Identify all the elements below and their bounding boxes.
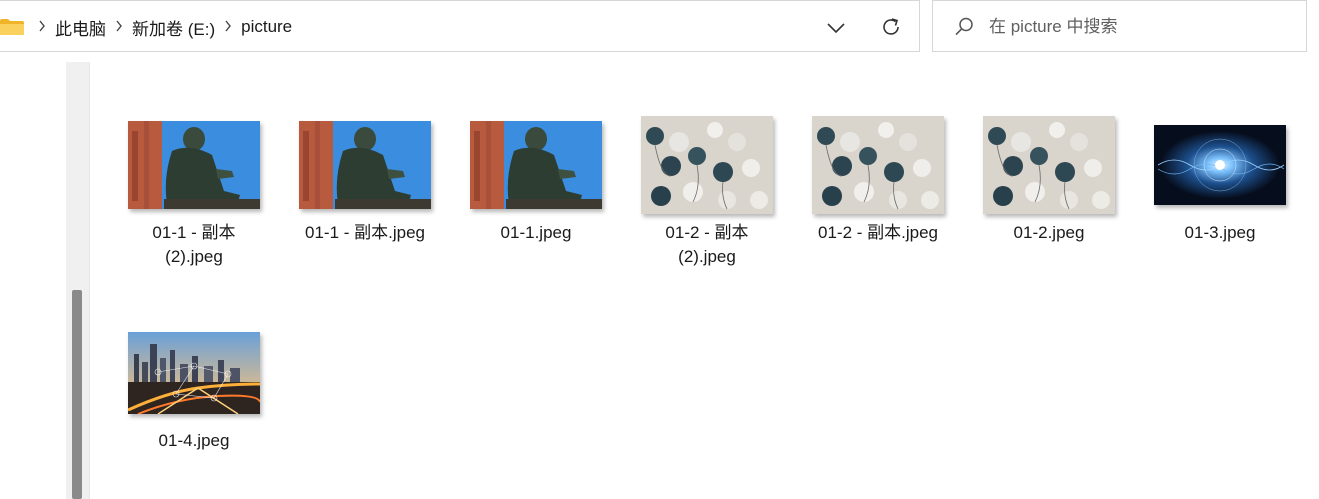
chevron-right-icon[interactable] xyxy=(35,19,49,35)
file-item[interactable]: 01-2.jpeg xyxy=(967,113,1131,245)
statue-thumbnail xyxy=(128,121,260,209)
spheres-thumbnail xyxy=(983,116,1115,214)
chevron-right-icon[interactable] xyxy=(112,19,126,35)
refresh-icon[interactable] xyxy=(879,15,903,39)
thumbnail-frame xyxy=(454,113,618,217)
statue-thumbnail xyxy=(299,121,431,209)
city-thumbnail xyxy=(128,332,260,414)
address-bar[interactable]: 此电脑 新加卷 (E:) picture xyxy=(0,0,920,52)
file-item[interactable]: 01-3.jpeg xyxy=(1138,113,1302,245)
file-name[interactable]: 01-3.jpeg xyxy=(1138,221,1302,245)
breadcrumb-picture[interactable]: picture xyxy=(241,17,292,37)
file-name[interactable]: 01-1.jpeg xyxy=(454,221,618,245)
thumbnail-frame xyxy=(283,113,447,217)
breadcrumb-drive-e[interactable]: 新加卷 (E:) xyxy=(132,15,215,40)
chevron-right-icon[interactable] xyxy=(221,19,235,35)
file-item[interactable]: 01-1.jpeg xyxy=(454,113,618,245)
thumbnail-frame xyxy=(967,113,1131,217)
search-input[interactable] xyxy=(989,11,1289,43)
thumbnail-frame xyxy=(112,113,276,217)
file-name[interactable]: 01-2.jpeg xyxy=(967,221,1131,245)
file-item[interactable]: 01-4.jpeg xyxy=(112,321,276,453)
breadcrumb-this-pc[interactable]: 此电脑 xyxy=(55,15,106,40)
scrollbar-thumb[interactable] xyxy=(72,290,82,499)
file-name[interactable]: 01-2 - 副本 (2).jpeg xyxy=(625,221,789,269)
breadcrumb: 此电脑 新加卷 (E:) picture xyxy=(29,1,292,53)
chevron-down-icon[interactable] xyxy=(825,17,847,39)
folder-icon xyxy=(0,19,24,35)
thumbnail-frame xyxy=(1138,113,1302,217)
file-name[interactable]: 01-4.jpeg xyxy=(112,429,276,453)
search-icon xyxy=(955,17,973,36)
file-item[interactable]: 01-2 - 副本 (2).jpeg xyxy=(625,113,789,269)
thumbnail-frame xyxy=(796,113,960,217)
file-name[interactable]: 01-1 - 副本.jpeg xyxy=(283,221,447,245)
statue-thumbnail xyxy=(470,121,602,209)
file-item[interactable]: 01-1 - 副本 (2).jpeg xyxy=(112,113,276,269)
spheres-thumbnail xyxy=(641,116,773,214)
particles-thumbnail xyxy=(1154,125,1286,205)
file-name[interactable]: 01-2 - 副本.jpeg xyxy=(796,221,960,245)
spheres-thumbnail xyxy=(812,116,944,214)
thumbnail-frame xyxy=(625,113,789,217)
thumbnail-frame xyxy=(112,321,276,425)
file-item[interactable]: 01-2 - 副本.jpeg xyxy=(796,113,960,245)
search-box[interactable] xyxy=(932,0,1307,52)
file-item[interactable]: 01-1 - 副本.jpeg xyxy=(283,113,447,245)
file-name[interactable]: 01-1 - 副本 (2).jpeg xyxy=(112,221,276,269)
